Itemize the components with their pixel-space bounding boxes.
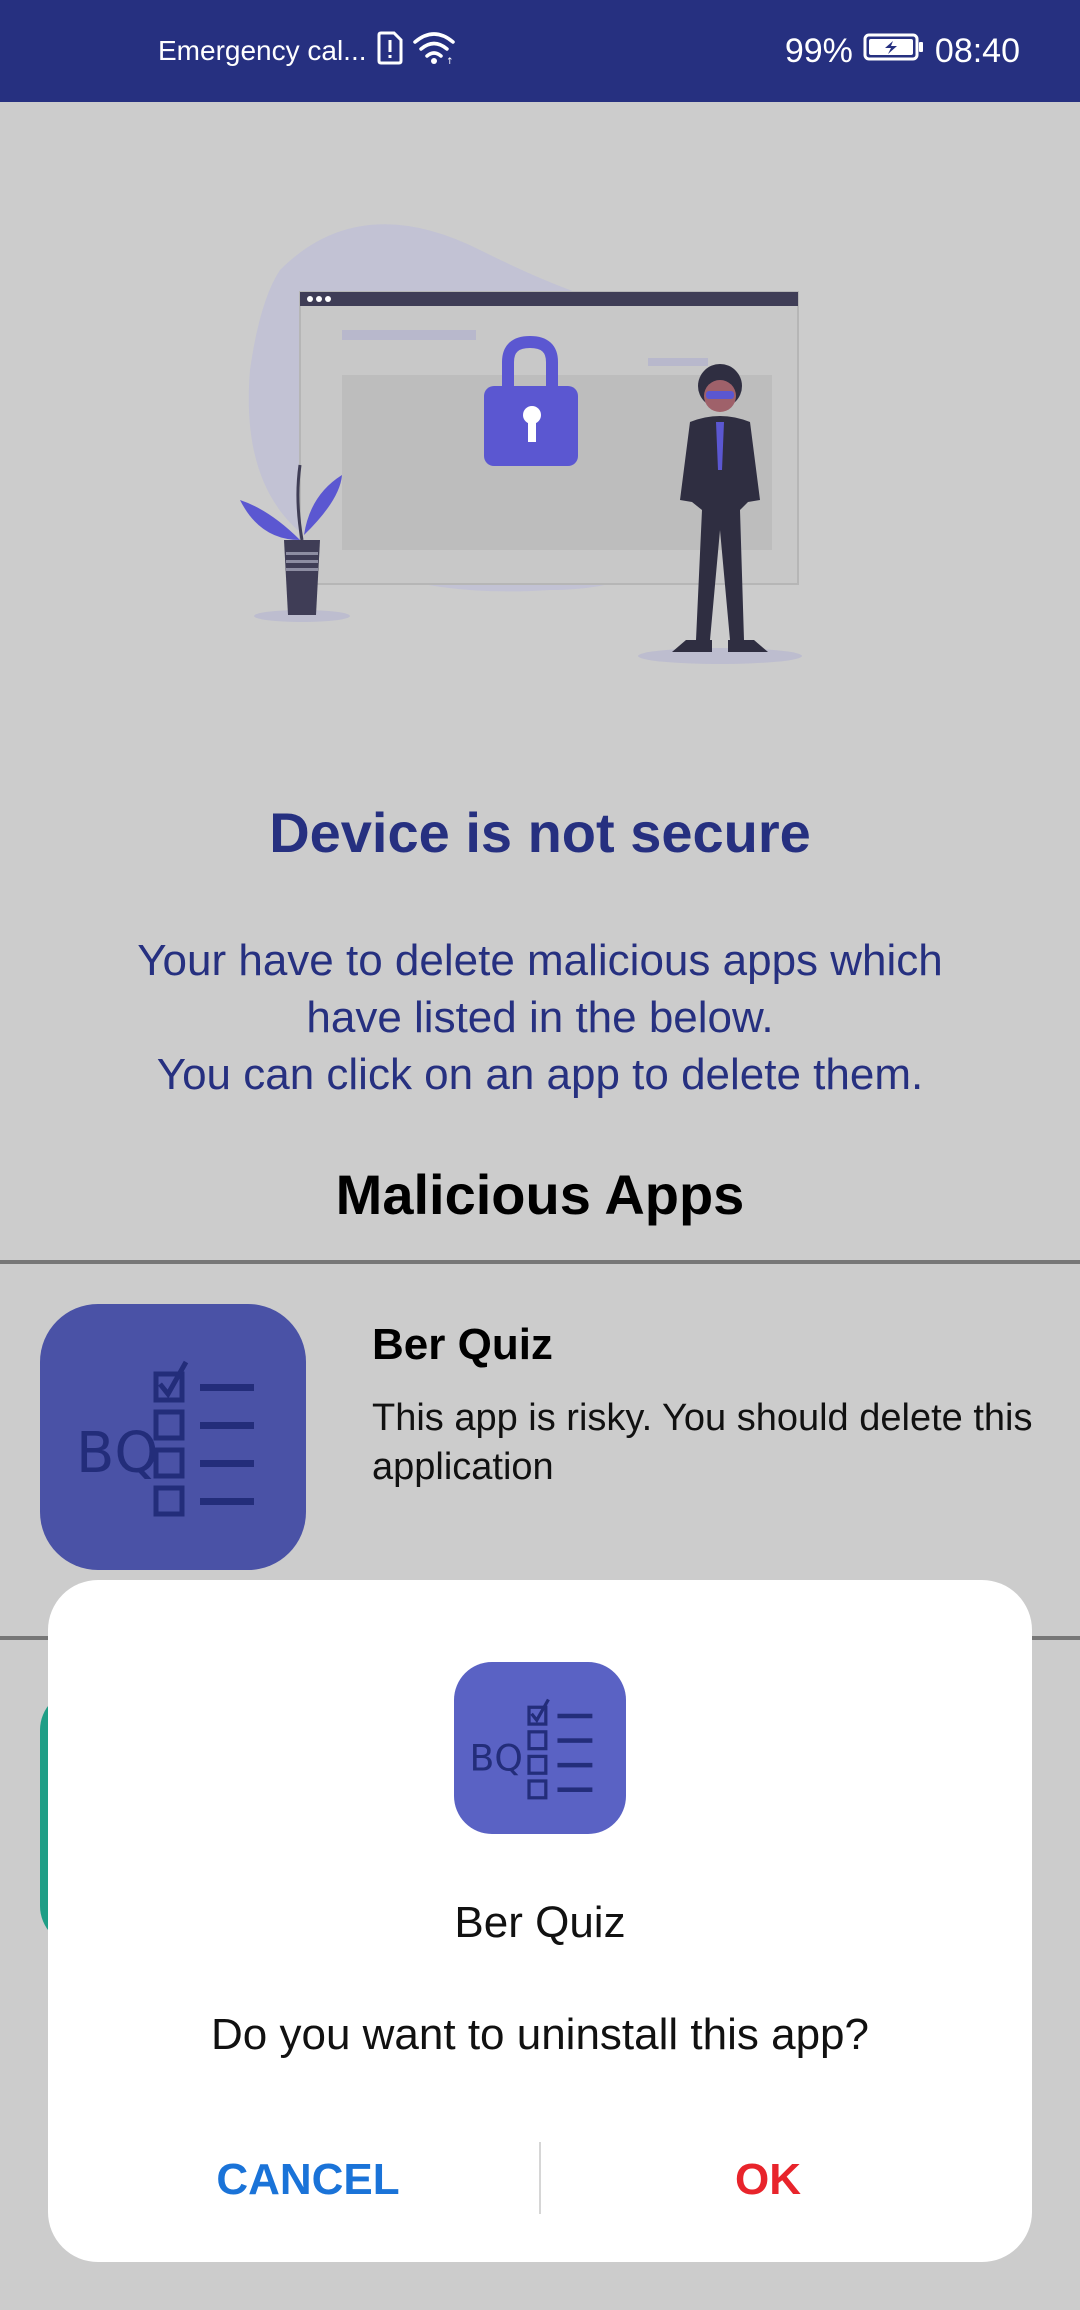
dialog-app-icon: BQ bbox=[454, 1662, 626, 1834]
cancel-button[interactable]: CANCEL bbox=[88, 2140, 528, 2220]
dialog-icon-text: BQ bbox=[470, 1737, 523, 1780]
sim-alert-icon bbox=[377, 31, 403, 72]
app-name: Ber Quiz bbox=[372, 1320, 553, 1369]
app-description: This app is risky. You should delete thi… bbox=[372, 1397, 1033, 1488]
screen: Emergency cal... ↑ 99% 08:40 Device is n… bbox=[0, 0, 1080, 2310]
description-line: Your have to delete malicious apps which bbox=[137, 936, 943, 985]
svg-text:↑: ↑ bbox=[446, 57, 454, 65]
battery-charging-icon bbox=[863, 32, 925, 71]
status-left: Emergency cal... ↑ bbox=[158, 0, 455, 102]
description-line: have listed in the below. bbox=[306, 993, 774, 1042]
clock: 08:40 bbox=[934, 31, 1020, 70]
battery-percent: 99% bbox=[784, 31, 853, 70]
dialog-message: Do you want to uninstall this app? bbox=[211, 2010, 869, 2059]
status-bar: Emergency cal... ↑ 99% 08:40 bbox=[0, 0, 1080, 102]
wifi-icon: ↑ bbox=[412, 31, 455, 72]
status-right: 99% 08:40 bbox=[785, 0, 1020, 102]
app-icon: BQ bbox=[40, 1304, 306, 1570]
app-icon-text: BQ bbox=[76, 1421, 159, 1486]
dialog-app-name: Ber Quiz bbox=[454, 1898, 626, 1947]
description: Your have to delete malicious apps which… bbox=[60, 932, 1020, 1103]
section-title: Malicious Apps bbox=[335, 1163, 745, 1226]
button-separator bbox=[539, 2142, 541, 2214]
ok-button[interactable]: OK bbox=[548, 2140, 988, 2220]
security-illustration bbox=[220, 210, 860, 680]
description-line: You can click on an app to delete them. bbox=[156, 1050, 924, 1099]
carrier-text: Emergency cal... bbox=[158, 35, 367, 66]
uninstall-dialog: BQ Ber Quiz Do you want to uninstall thi… bbox=[48, 1580, 1032, 2262]
page-title: Device is not secure bbox=[269, 801, 811, 864]
